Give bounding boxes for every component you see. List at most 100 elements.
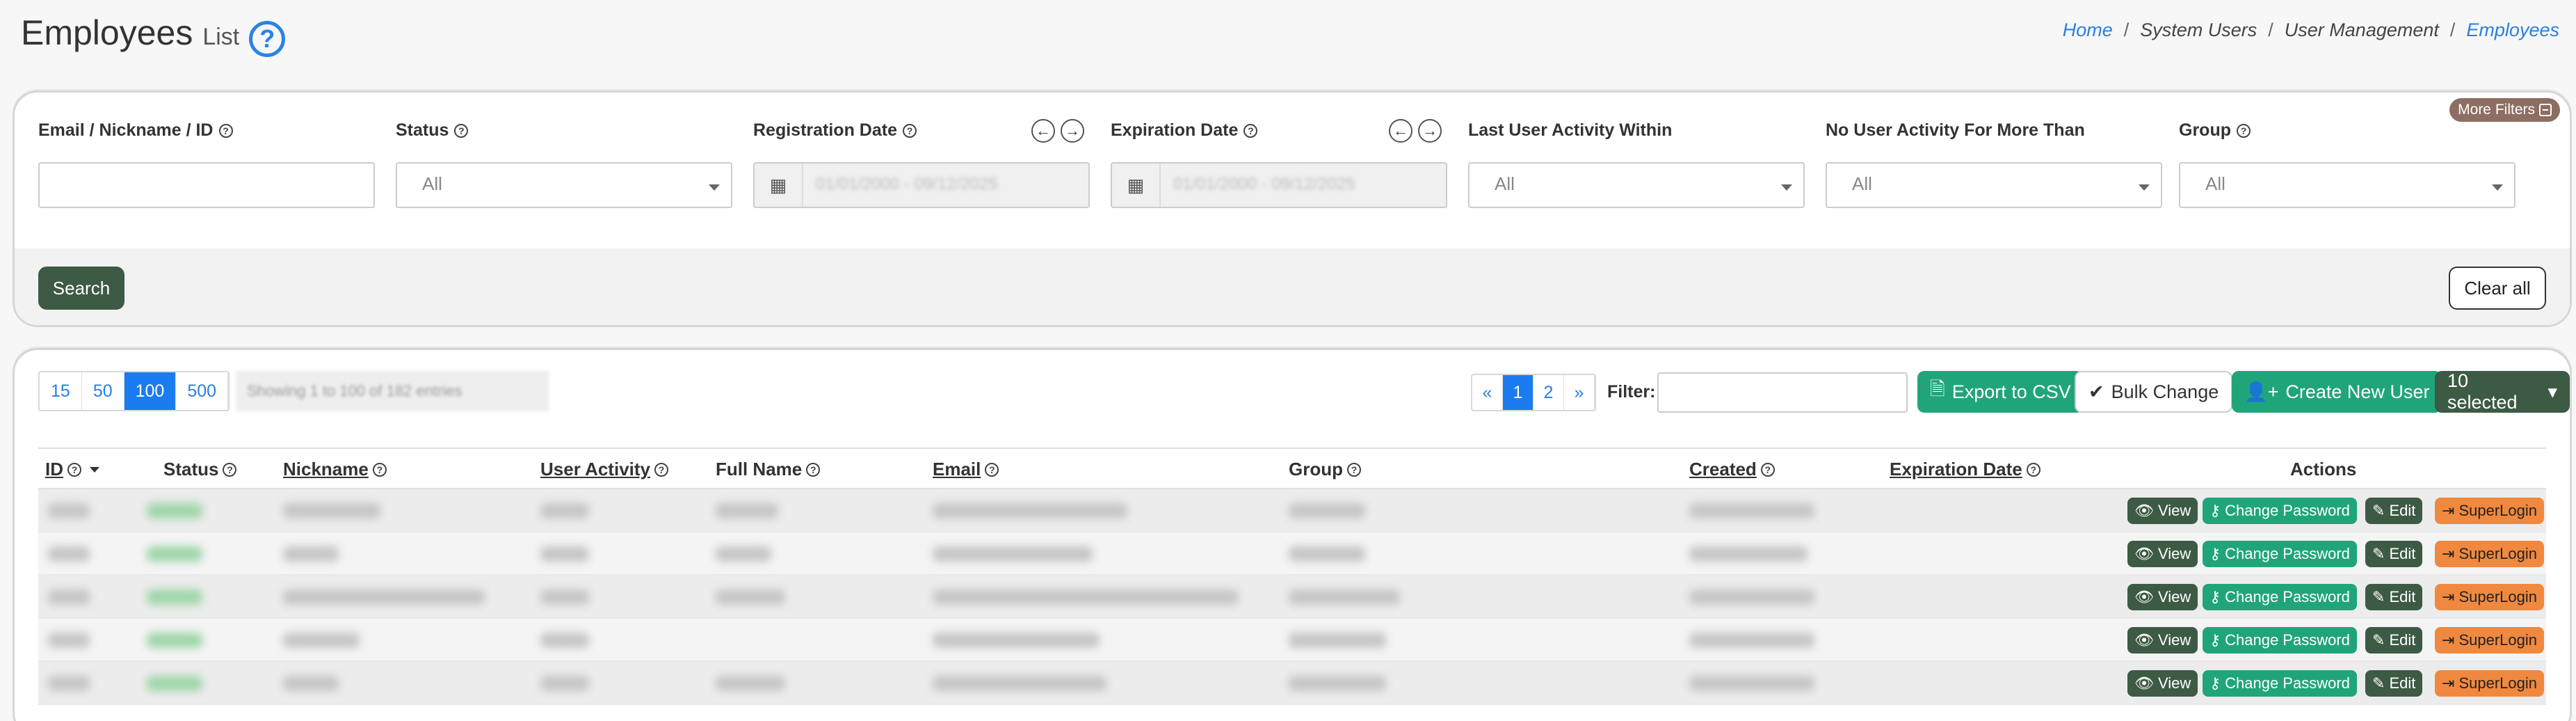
help-icon[interactable]: ? (902, 123, 917, 138)
help-icon[interactable]: ? (654, 462, 668, 477)
search-button[interactable]: Search (38, 267, 124, 310)
edit-button[interactable]: ✎ Edit (2365, 541, 2423, 567)
create-user-button[interactable]: 👤+ Create New User (2232, 371, 2442, 413)
table-row: 👁 View ⚷ Change Password ✎ Edit ⇥ SuperLogin (38, 532, 2546, 576)
change-password-label: Change Password (2225, 631, 2350, 649)
key-icon: ⚷ (2209, 674, 2221, 692)
cell-full-name (716, 546, 771, 562)
clear-all-button[interactable]: Clear all (2449, 267, 2546, 310)
bulk-change-button[interactable]: ✔ Bulk Change (2075, 371, 2233, 413)
view-button[interactable]: 👁 View (2127, 670, 2198, 697)
view-button[interactable]: 👁 View (2127, 541, 2198, 567)
table-filter-label: Filter: (1607, 382, 1656, 402)
help-icon[interactable]: ? (1243, 123, 1258, 138)
help-icon[interactable]: ? (985, 462, 999, 477)
edit-button[interactable]: ✎ Edit (2365, 584, 2423, 610)
change-password-button[interactable]: ⚷ Change Password (2203, 541, 2357, 567)
view-button[interactable]: 👁 View (2127, 584, 2198, 610)
more-filters-button[interactable]: More Filters (2449, 98, 2560, 122)
arrow-left-icon[interactable]: ← (1031, 119, 1055, 143)
edit-button[interactable]: ✎ Edit (2365, 498, 2423, 524)
change-password-label: Change Password (2225, 674, 2350, 692)
page-prev[interactable]: « (1472, 375, 1503, 410)
group-filter-label-text: Group (2179, 120, 2231, 140)
status-filter-value: All (422, 173, 442, 194)
view-button[interactable]: 👁 View (2127, 627, 2198, 653)
col-email[interactable]: Email? (933, 459, 999, 480)
breadcrumb-employees[interactable]: Employees (2466, 19, 2559, 41)
selected-dropdown[interactable]: 10 selected ▾ (2435, 370, 2570, 413)
arrow-right-icon[interactable]: → (1061, 119, 1084, 143)
help-icon[interactable]: ? (2026, 462, 2040, 477)
edit-label: Edit (2389, 674, 2416, 692)
cell-id (48, 633, 90, 648)
page-size-100[interactable]: 100 (124, 372, 177, 410)
email-filter-input[interactable] (38, 162, 375, 208)
col-expiration-date[interactable]: Expiration Date? (1890, 459, 2040, 480)
superlogin-button[interactable]: ⇥ SuperLogin (2435, 670, 2544, 697)
change-password-button[interactable]: ⚷ Change Password (2203, 584, 2357, 610)
superlogin-icon: ⇥ (2442, 631, 2455, 649)
help-icon[interactable]: ? (806, 462, 821, 477)
registration-date-input[interactable]: ▦ 01/01/2000 - 09/12/2025 (753, 162, 1090, 208)
table-filter-input[interactable] (1657, 372, 1908, 413)
breadcrumb-system-users: System Users (2140, 19, 2257, 40)
cell-id (48, 503, 90, 518)
table-row: 👁 View ⚷ Change Password ✎ Edit ⇥ SuperLogin (38, 662, 2546, 705)
change-password-button[interactable]: ⚷ Change Password (2203, 627, 2357, 653)
status-filter-select[interactable]: All (396, 162, 732, 208)
help-icon[interactable]: ? (249, 21, 286, 57)
superlogin-button[interactable]: ⇥ SuperLogin (2435, 584, 2544, 610)
edit-icon: ✎ (2372, 631, 2385, 649)
cell-id (48, 546, 90, 562)
no-activity-select[interactable]: All (1826, 162, 2162, 208)
view-label: View (2157, 502, 2191, 519)
page-size-selector: 15 50 100 500 (38, 371, 230, 411)
help-icon[interactable]: ? (454, 123, 469, 138)
col-user-activity[interactable]: User Activity? (540, 459, 668, 480)
edit-icon: ✎ (2372, 545, 2385, 562)
page-next[interactable]: » (1564, 375, 1595, 410)
superlogin-button[interactable]: ⇥ SuperLogin (2435, 498, 2544, 524)
group-filter-select[interactable]: All (2179, 162, 2515, 208)
table-row: 👁 View ⚷ Change Password ✎ Edit ⇥ SuperLogin (38, 489, 2546, 532)
superlogin-button[interactable]: ⇥ SuperLogin (2435, 627, 2544, 653)
col-id[interactable]: ID? (45, 459, 99, 480)
no-activity-label-text: No User Activity For More Than (1826, 120, 2085, 140)
help-icon[interactable]: ? (1347, 462, 1361, 477)
col-full-name-label: Full Name (716, 459, 803, 480)
change-password-button[interactable]: ⚷ Change Password (2203, 670, 2357, 697)
page-1[interactable]: 1 (1503, 375, 1533, 410)
arrow-left-icon[interactable]: ← (1389, 119, 1412, 143)
more-filters-label: More Filters (2458, 102, 2535, 118)
page-size-50[interactable]: 50 (82, 372, 124, 410)
help-icon[interactable]: ? (218, 123, 233, 138)
view-label: View (2157, 588, 2191, 605)
edit-button[interactable]: ✎ Edit (2365, 627, 2423, 653)
breadcrumb-home[interactable]: Home (2063, 19, 2113, 41)
pagination: « 1 2 » (1471, 374, 1596, 411)
page-size-500[interactable]: 500 (176, 372, 229, 410)
export-csv-button[interactable]: 🗎 Export to CSV (1917, 371, 2084, 413)
view-button[interactable]: 👁 View (2127, 498, 2198, 524)
col-nickname[interactable]: Nickname? (283, 459, 387, 480)
cell-nickname (283, 676, 339, 691)
expiration-date-input[interactable]: ▦ 01/01/2000 - 09/12/2025 (1111, 162, 1447, 208)
create-user-label: Create New User (2285, 381, 2430, 402)
cell-activity (540, 589, 589, 605)
page-size-15[interactable]: 15 (40, 372, 82, 410)
help-icon[interactable]: ? (372, 462, 387, 477)
help-icon[interactable]: ? (2237, 123, 2251, 138)
superlogin-label: SuperLogin (2458, 502, 2537, 519)
edit-button[interactable]: ✎ Edit (2365, 670, 2423, 697)
help-icon[interactable]: ? (67, 462, 81, 477)
edit-icon: ✎ (2372, 674, 2385, 692)
page-2[interactable]: 2 (1533, 375, 1564, 410)
change-password-button[interactable]: ⚷ Change Password (2203, 498, 2357, 524)
last-activity-select[interactable]: All (1468, 162, 1805, 208)
col-created[interactable]: Created? (1689, 459, 1775, 480)
help-icon[interactable]: ? (1760, 462, 1775, 477)
arrow-right-icon[interactable]: → (1418, 119, 1442, 143)
help-icon[interactable]: ? (223, 462, 237, 477)
superlogin-button[interactable]: ⇥ SuperLogin (2435, 541, 2544, 567)
